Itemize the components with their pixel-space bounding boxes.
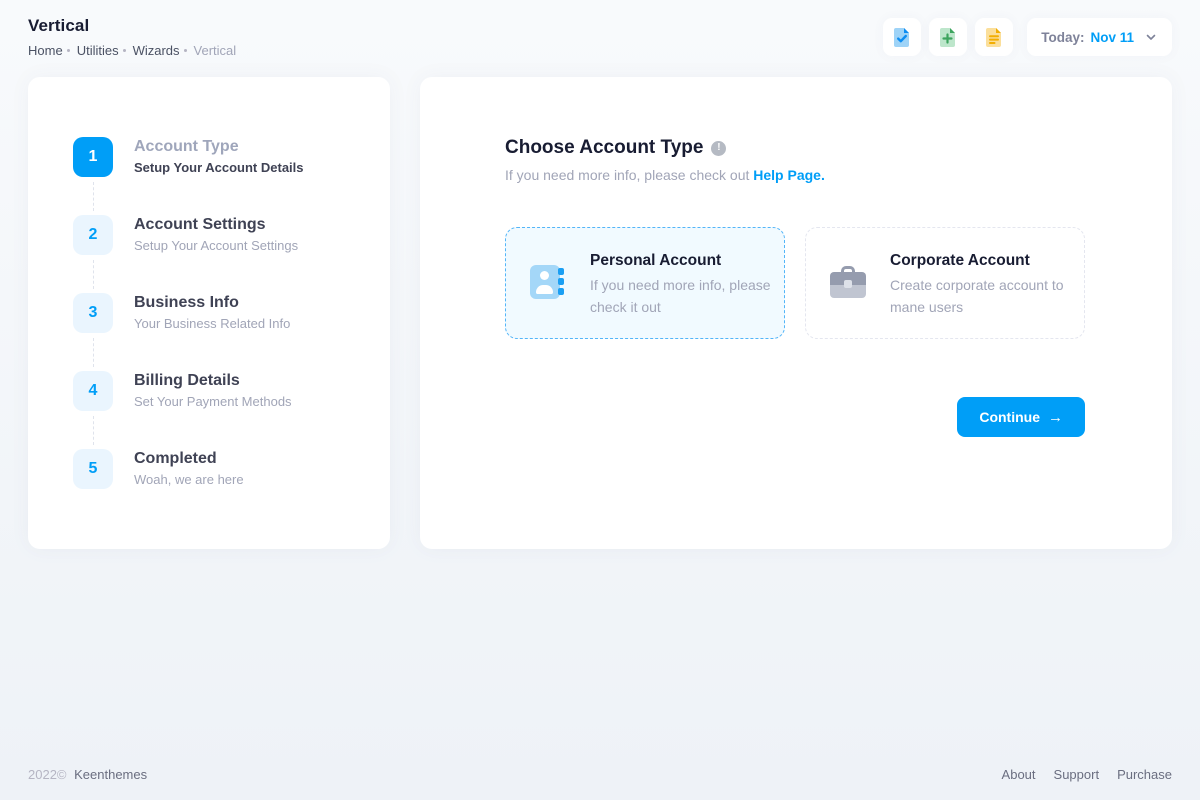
step-description: Set Your Payment Methods [134, 394, 292, 409]
wizard-content-panel: Choose Account Type ! If you need more i… [420, 77, 1172, 549]
option-description: If you need more info, please check it o… [590, 275, 775, 318]
file-add-icon [936, 25, 960, 49]
continue-button[interactable]: Continue → [957, 397, 1085, 437]
step-title: Completed [134, 450, 244, 468]
help-page-link[interactable]: Help Page [753, 167, 821, 183]
option-title: Personal Account [590, 252, 775, 270]
step-subtitle: If you need more info, please check out … [505, 167, 1085, 183]
page-footer: 2022© Keenthemes About Support Purchase [28, 767, 1172, 782]
step-title: Account Type [134, 138, 304, 156]
stepper-item-business-info[interactable]: 3 Business Info Your Business Related In… [73, 293, 370, 371]
breadcrumb-separator-dot [67, 49, 70, 52]
stepper-item-billing-details[interactable]: 4 Billing Details Set Your Payment Metho… [73, 371, 370, 449]
step-title: Account Settings [134, 216, 298, 234]
breadcrumb-home[interactable]: Home [28, 43, 63, 58]
breadcrumb-current: Vertical [194, 43, 237, 58]
option-description: Create corporate account to mane users [890, 275, 1075, 318]
step-number-badge: 3 [73, 293, 113, 333]
file-notes-button[interactable] [975, 18, 1013, 56]
stepper-item-account-settings[interactable]: 2 Account Settings Setup Your Account Se… [73, 215, 370, 293]
date-selector[interactable]: Today: Nov 11 [1027, 18, 1172, 56]
copyright-text: 2022© [28, 767, 67, 782]
date-value: Nov 11 [1090, 30, 1134, 45]
header-left: Vertical Home Utilities Wizards Vertical [28, 16, 236, 58]
option-personal-account[interactable]: Personal Account If you need more info, … [505, 227, 785, 339]
page-header: Vertical Home Utilities Wizards Vertical [28, 16, 1172, 58]
step-number-badge: 4 [73, 371, 113, 411]
file-check-button[interactable] [883, 18, 921, 56]
subtitle-period: . [821, 167, 825, 183]
chevron-down-icon [1144, 30, 1158, 44]
date-label: Today: [1041, 30, 1084, 45]
stepper-item-account-type[interactable]: 1 Account Type Setup Your Account Detail… [73, 137, 370, 215]
footer-link-about[interactable]: About [1002, 767, 1036, 782]
step-heading: Choose Account Type [505, 137, 703, 159]
step-title: Business Info [134, 294, 290, 312]
wizard-stepper-panel: 1 Account Type Setup Your Account Detail… [28, 77, 390, 549]
option-corporate-account[interactable]: Corporate Account Create corporate accou… [805, 227, 1085, 339]
footer-copyright: 2022© Keenthemes [28, 767, 147, 782]
id-badge-icon [530, 265, 560, 299]
step-number-badge: 1 [73, 137, 113, 177]
step-description: Setup Your Account Details [134, 160, 304, 175]
file-notes-icon [982, 25, 1006, 49]
breadcrumb-utilities[interactable]: Utilities [77, 43, 119, 58]
keenthemes-link[interactable]: Keenthemes [74, 767, 147, 782]
file-check-icon [890, 25, 914, 49]
breadcrumb: Home Utilities Wizards Vertical [28, 43, 236, 58]
step-description: Setup Your Account Settings [134, 238, 298, 253]
step-number-badge: 2 [73, 215, 113, 255]
info-icon[interactable]: ! [711, 141, 726, 156]
continue-label: Continue [979, 409, 1040, 425]
arrow-right-icon: → [1048, 410, 1063, 425]
stepper: 1 Account Type Setup Your Account Detail… [28, 77, 390, 527]
footer-links: About Support Purchase [1002, 767, 1172, 782]
wizard-step-content: Choose Account Type ! If you need more i… [505, 137, 1085, 437]
step-title: Billing Details [134, 372, 292, 390]
breadcrumb-separator-dot [184, 49, 187, 52]
footer-link-purchase[interactable]: Purchase [1117, 767, 1172, 782]
breadcrumb-separator-dot [123, 49, 126, 52]
step-number-badge: 5 [73, 449, 113, 489]
option-title: Corporate Account [890, 252, 1075, 270]
page-title: Vertical [28, 16, 236, 36]
footer-link-support[interactable]: Support [1054, 767, 1100, 782]
stepper-item-completed[interactable]: 5 Completed Woah, we are here [73, 449, 370, 527]
subtitle-text: If you need more info, please check out [505, 167, 749, 183]
step-description: Your Business Related Info [134, 316, 290, 331]
topbar-actions: Today: Nov 11 [883, 18, 1172, 56]
file-add-button[interactable] [929, 18, 967, 56]
account-type-options: Personal Account If you need more info, … [505, 227, 1085, 339]
step-description: Woah, we are here [134, 472, 244, 487]
briefcase-icon [830, 272, 866, 298]
breadcrumb-wizards[interactable]: Wizards [133, 43, 180, 58]
